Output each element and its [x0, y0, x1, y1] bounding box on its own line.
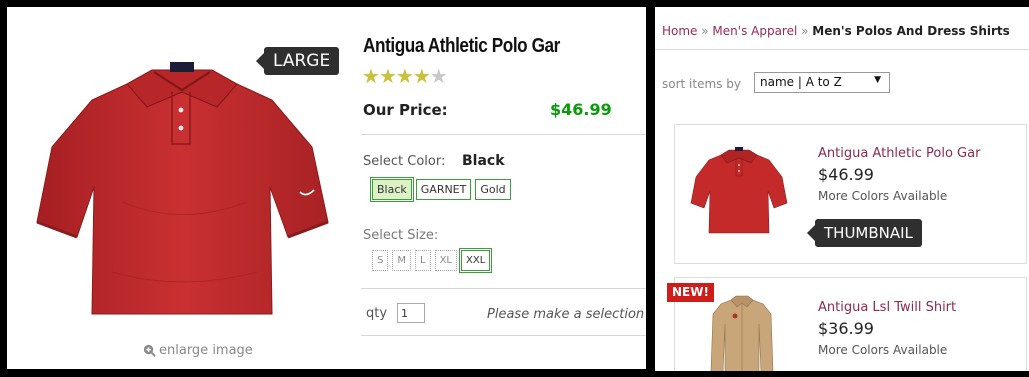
thumbnail-callout: THUMBNAIL — [807, 219, 922, 247]
qty-label: qty — [366, 306, 388, 321]
large-image-callout: LARGE — [255, 47, 340, 75]
sort-label: sort items by — [662, 77, 741, 91]
select-size-label: Select Size: — [363, 228, 439, 243]
breadcrumb-separator: » — [797, 24, 813, 38]
select-color-label: Select Color: — [363, 154, 446, 169]
twill-shirt-icon[interactable] — [709, 294, 775, 371]
product-detail-panel: LARGE enlarge image Antigua Athletic Pol… — [7, 7, 646, 369]
divider — [361, 134, 646, 135]
product-card[interactable]: Antigua Lsl Twill Shirt $36.99 More Colo… — [674, 277, 1027, 371]
size-option-xl[interactable]: XL — [434, 250, 457, 271]
enlarge-image-label: enlarge image — [159, 343, 253, 358]
more-colors-note: More Colors Available — [818, 343, 948, 357]
zoom-in-icon — [143, 344, 156, 357]
color-option-garnet[interactable]: GARNET — [415, 179, 472, 200]
selection-message: Please make a selection — [487, 307, 645, 322]
qty-input[interactable] — [397, 303, 425, 323]
selected-color-value: Black — [462, 153, 505, 169]
divider — [655, 49, 1029, 50]
breadcrumb: Home » Men's Apparel » Men's Polos And D… — [662, 24, 1010, 38]
rating-stars: ★★★★★ — [362, 64, 448, 88]
color-options: Black GARNET Gold — [370, 177, 511, 202]
size-option-xxl[interactable]: XXL — [458, 248, 493, 273]
size-option-l[interactable]: L — [415, 250, 431, 271]
product-title: Antigua Athletic Polo Gar — [363, 35, 560, 57]
product-name-link[interactable]: Antigua Lsl Twill Shirt — [818, 300, 956, 315]
polo-shirt-icon[interactable] — [689, 145, 789, 237]
price-label: Our Price: — [363, 101, 448, 119]
breadcrumb-home[interactable]: Home — [662, 24, 697, 38]
breadcrumb-current: Men's Polos And Dress Shirts — [812, 24, 1010, 38]
star-icon: ★ — [378, 64, 397, 88]
color-option-gold[interactable]: Gold — [475, 179, 511, 200]
color-option-black[interactable]: Black — [370, 177, 414, 202]
product-name-link[interactable]: Antigua Athletic Polo Gar — [818, 146, 980, 161]
divider — [361, 288, 646, 289]
star-empty-icon: ★ — [429, 64, 448, 88]
new-badge: NEW! — [667, 283, 714, 302]
divider — [361, 335, 646, 336]
breadcrumb-mens-apparel[interactable]: Men's Apparel — [712, 24, 797, 38]
star-icon: ★ — [412, 64, 431, 88]
product-price: $36.99 — [818, 319, 874, 338]
size-options: S M L XL XXL — [372, 248, 493, 273]
star-icon: ★ — [362, 64, 380, 88]
sort-select[interactable]: name | A to Z ▼ — [754, 72, 890, 93]
more-colors-note: More Colors Available — [818, 189, 948, 203]
sort-select-value: name | A to Z — [760, 75, 842, 89]
price-value: $46.99 — [550, 100, 612, 119]
product-price: $46.99 — [818, 165, 874, 184]
size-option-m[interactable]: M — [392, 250, 411, 271]
product-large-image[interactable] — [32, 52, 332, 322]
breadcrumb-separator: » — [697, 24, 713, 38]
star-icon: ★ — [395, 64, 414, 88]
category-listing-panel: Home » Men's Apparel » Men's Polos And D… — [655, 7, 1029, 371]
enlarge-image-link[interactable]: enlarge image — [143, 343, 253, 358]
dropdown-arrow-icon: ▼ — [874, 75, 881, 85]
size-option-s[interactable]: S — [372, 250, 389, 271]
